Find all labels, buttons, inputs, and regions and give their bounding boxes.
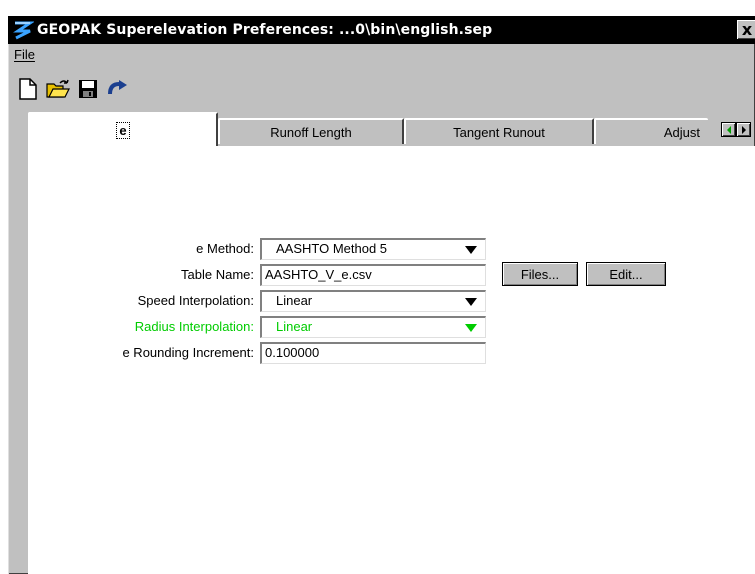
speed-interpolation-label-cell: Speed Interpolation: (30, 290, 254, 312)
table-name-label-cell: Table Name: (30, 264, 254, 286)
e-method-select[interactable]: AASHTO Method 5 (260, 238, 486, 260)
speed-interpolation-select[interactable]: Linear (260, 290, 486, 312)
menu-bar: File (10, 45, 39, 63)
e-rounding-label-cell: e Rounding Increment: (30, 342, 254, 364)
radius-interpolation-label-cell: Radius Interpolation: (30, 316, 254, 338)
table-name-label: Table Name: (181, 267, 254, 282)
tab-e[interactable]: e (28, 112, 218, 146)
title-bar[interactable]: GEOPAK Superelevation Preferences: ...0\… (8, 16, 755, 44)
files-button-label: Files... (520, 266, 560, 282)
menu-file[interactable]: File (10, 47, 39, 62)
tab-strip: e Runoff Length Tangent Runout Adjust (28, 110, 755, 146)
dropdown-arrow-icon (465, 246, 477, 254)
radius-interpolation-label: Radius Interpolation: (134, 319, 254, 334)
speed-interpolation-label: Speed Interpolation: (137, 293, 254, 308)
tab-scroll-buttons (721, 122, 751, 137)
tab-e-label: e (116, 121, 130, 139)
dropdown-arrow-icon (465, 298, 477, 306)
tab-runoff-length-label: Runoff Length (270, 124, 352, 140)
e-method-label: e Method: (196, 241, 254, 256)
preferences-window: GEOPAK Superelevation Preferences: ...0\… (8, 16, 755, 574)
close-button[interactable]: x (737, 20, 755, 39)
tab-tangent-runout-label: Tangent Runout (453, 124, 545, 140)
arrow-left-icon (726, 125, 731, 134)
redo-arrow-icon (108, 80, 127, 95)
radius-interpolation-value: Linear (276, 319, 313, 334)
arrow-right-icon (741, 125, 746, 134)
speed-interpolation-value: Linear (276, 293, 313, 308)
tab-panel-e: e Method: AASHTO Method 5 Table Name: AA… (28, 146, 755, 574)
close-icon: x (741, 20, 753, 39)
edit-button[interactable]: Edit... (586, 262, 666, 286)
e-method-label-cell: e Method: (30, 238, 254, 260)
radius-interpolation-select[interactable]: Linear (260, 316, 486, 338)
open-button[interactable] (46, 76, 70, 102)
save-disk-icon (79, 80, 97, 98)
tab-tangent-runout[interactable]: Tangent Runout (404, 118, 594, 144)
window-title: GEOPAK Superelevation Preferences: ...0\… (37, 22, 493, 38)
tab-adjust-label: Adjust (663, 124, 700, 140)
table-name-value: AASHTO_V_e.csv (265, 267, 372, 282)
geopak-app-icon (12, 19, 34, 41)
edit-button-label: Edit... (609, 266, 643, 282)
table-name-input[interactable]: AASHTO_V_e.csv (260, 264, 486, 286)
e-method-value: AASHTO Method 5 (276, 241, 388, 256)
tab-adjust[interactable]: Adjust (594, 118, 708, 144)
redo-button[interactable] (106, 76, 130, 102)
files-button[interactable]: Files... (502, 262, 578, 286)
open-folder-icon (46, 79, 70, 98)
e-rounding-input[interactable]: 0.100000 (260, 342, 486, 364)
tab-runoff-length[interactable]: Runoff Length (218, 118, 404, 144)
e-rounding-value: 0.100000 (265, 345, 320, 360)
dropdown-arrow-icon (465, 324, 477, 332)
save-button[interactable] (76, 76, 100, 102)
toolbar (16, 72, 130, 106)
tab-scroll-right-button[interactable] (736, 122, 751, 137)
new-file-icon (19, 78, 37, 100)
new-file-button[interactable] (16, 76, 40, 102)
tab-scroll-left-button[interactable] (721, 122, 736, 137)
e-rounding-label: e Rounding Increment: (122, 345, 254, 360)
